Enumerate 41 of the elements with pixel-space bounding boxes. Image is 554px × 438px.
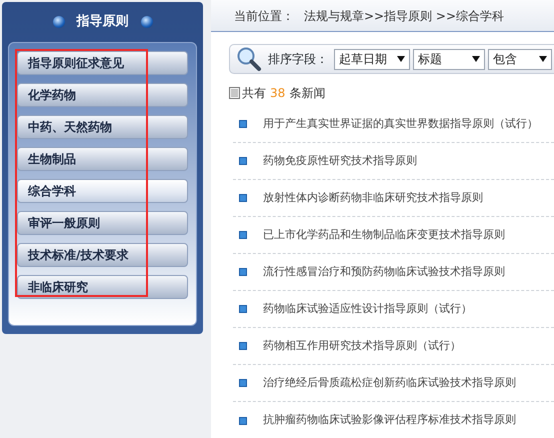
bullet-icon — [239, 305, 247, 313]
dropdown-caret-icon — [472, 56, 480, 62]
bullet-icon — [239, 379, 247, 387]
search-icon — [236, 46, 262, 72]
bullet-icon — [239, 231, 247, 239]
bullet-icon — [239, 157, 247, 165]
breadcrumb-label: 当前位置： — [234, 8, 294, 24]
bullet-icon — [239, 416, 247, 424]
sort-label: 排序字段： — [268, 51, 328, 68]
sidebar-item[interactable]: 化学药物 — [17, 83, 188, 107]
bullet-icon — [239, 194, 247, 202]
orb-icon — [52, 16, 64, 28]
article-link[interactable]: 药物免疫原性研究技术指导原则 — [263, 152, 417, 170]
sidebar-item[interactable]: 综合学科 — [17, 179, 188, 203]
orb-icon — [140, 16, 152, 28]
sidebar-item[interactable]: 生物制品 — [17, 147, 188, 171]
sidebar-item[interactable]: 指导原则征求意见 — [17, 51, 188, 75]
bullet-icon — [239, 120, 247, 128]
article-link[interactable]: 药物相互作用研究技术指导原则（试行） — [263, 338, 461, 354]
news-count: 共有 38 条新闻 — [242, 85, 326, 102]
sidebar-item[interactable]: 技术标准/技术要求 — [17, 243, 188, 267]
article-link[interactable]: 用于产生真实世界证据的真实世界数据指导原则（试行） — [263, 116, 538, 132]
bullet-icon — [239, 342, 247, 350]
article-link[interactable]: 抗肿瘤药物临床试验影像评估程序标准技术指导原则 — [263, 412, 516, 429]
article-link[interactable]: 流行性感冒治疗和预防药物临床试验技术指导原则 — [263, 264, 505, 280]
select-field[interactable]: 包含 — [488, 48, 552, 70]
article-link[interactable]: 已上市化学药品和生物制品临床变更技术指导原则 — [263, 226, 505, 244]
breadcrumb-path: 法规与规章>>指导原则 >>综合学科 — [304, 8, 504, 24]
sidebar-item[interactable]: 非临床研究 — [17, 275, 188, 299]
article-link[interactable]: 药物临床试验适应性设计指导原则（试行） — [263, 300, 472, 318]
article-link[interactable]: 治疗绝经后骨质疏松症创新药临床试验技术指导原则 — [263, 374, 516, 392]
document-icon — [229, 87, 240, 99]
sidebar-title: 指导原则 — [76, 13, 128, 32]
sidebar-item[interactable]: 中药、天然药物 — [17, 115, 188, 139]
dropdown-caret-icon — [397, 56, 405, 62]
article-link[interactable]: 放射性体内诊断药物非临床研究技术指导原则 — [263, 190, 483, 206]
bullet-icon — [239, 268, 247, 276]
select-field[interactable]: 起草日期 — [334, 48, 410, 70]
sidebar-item[interactable]: 审评一般原则 — [17, 211, 188, 235]
dropdown-caret-icon — [539, 56, 547, 62]
select-field[interactable]: 标题 — [413, 48, 485, 70]
